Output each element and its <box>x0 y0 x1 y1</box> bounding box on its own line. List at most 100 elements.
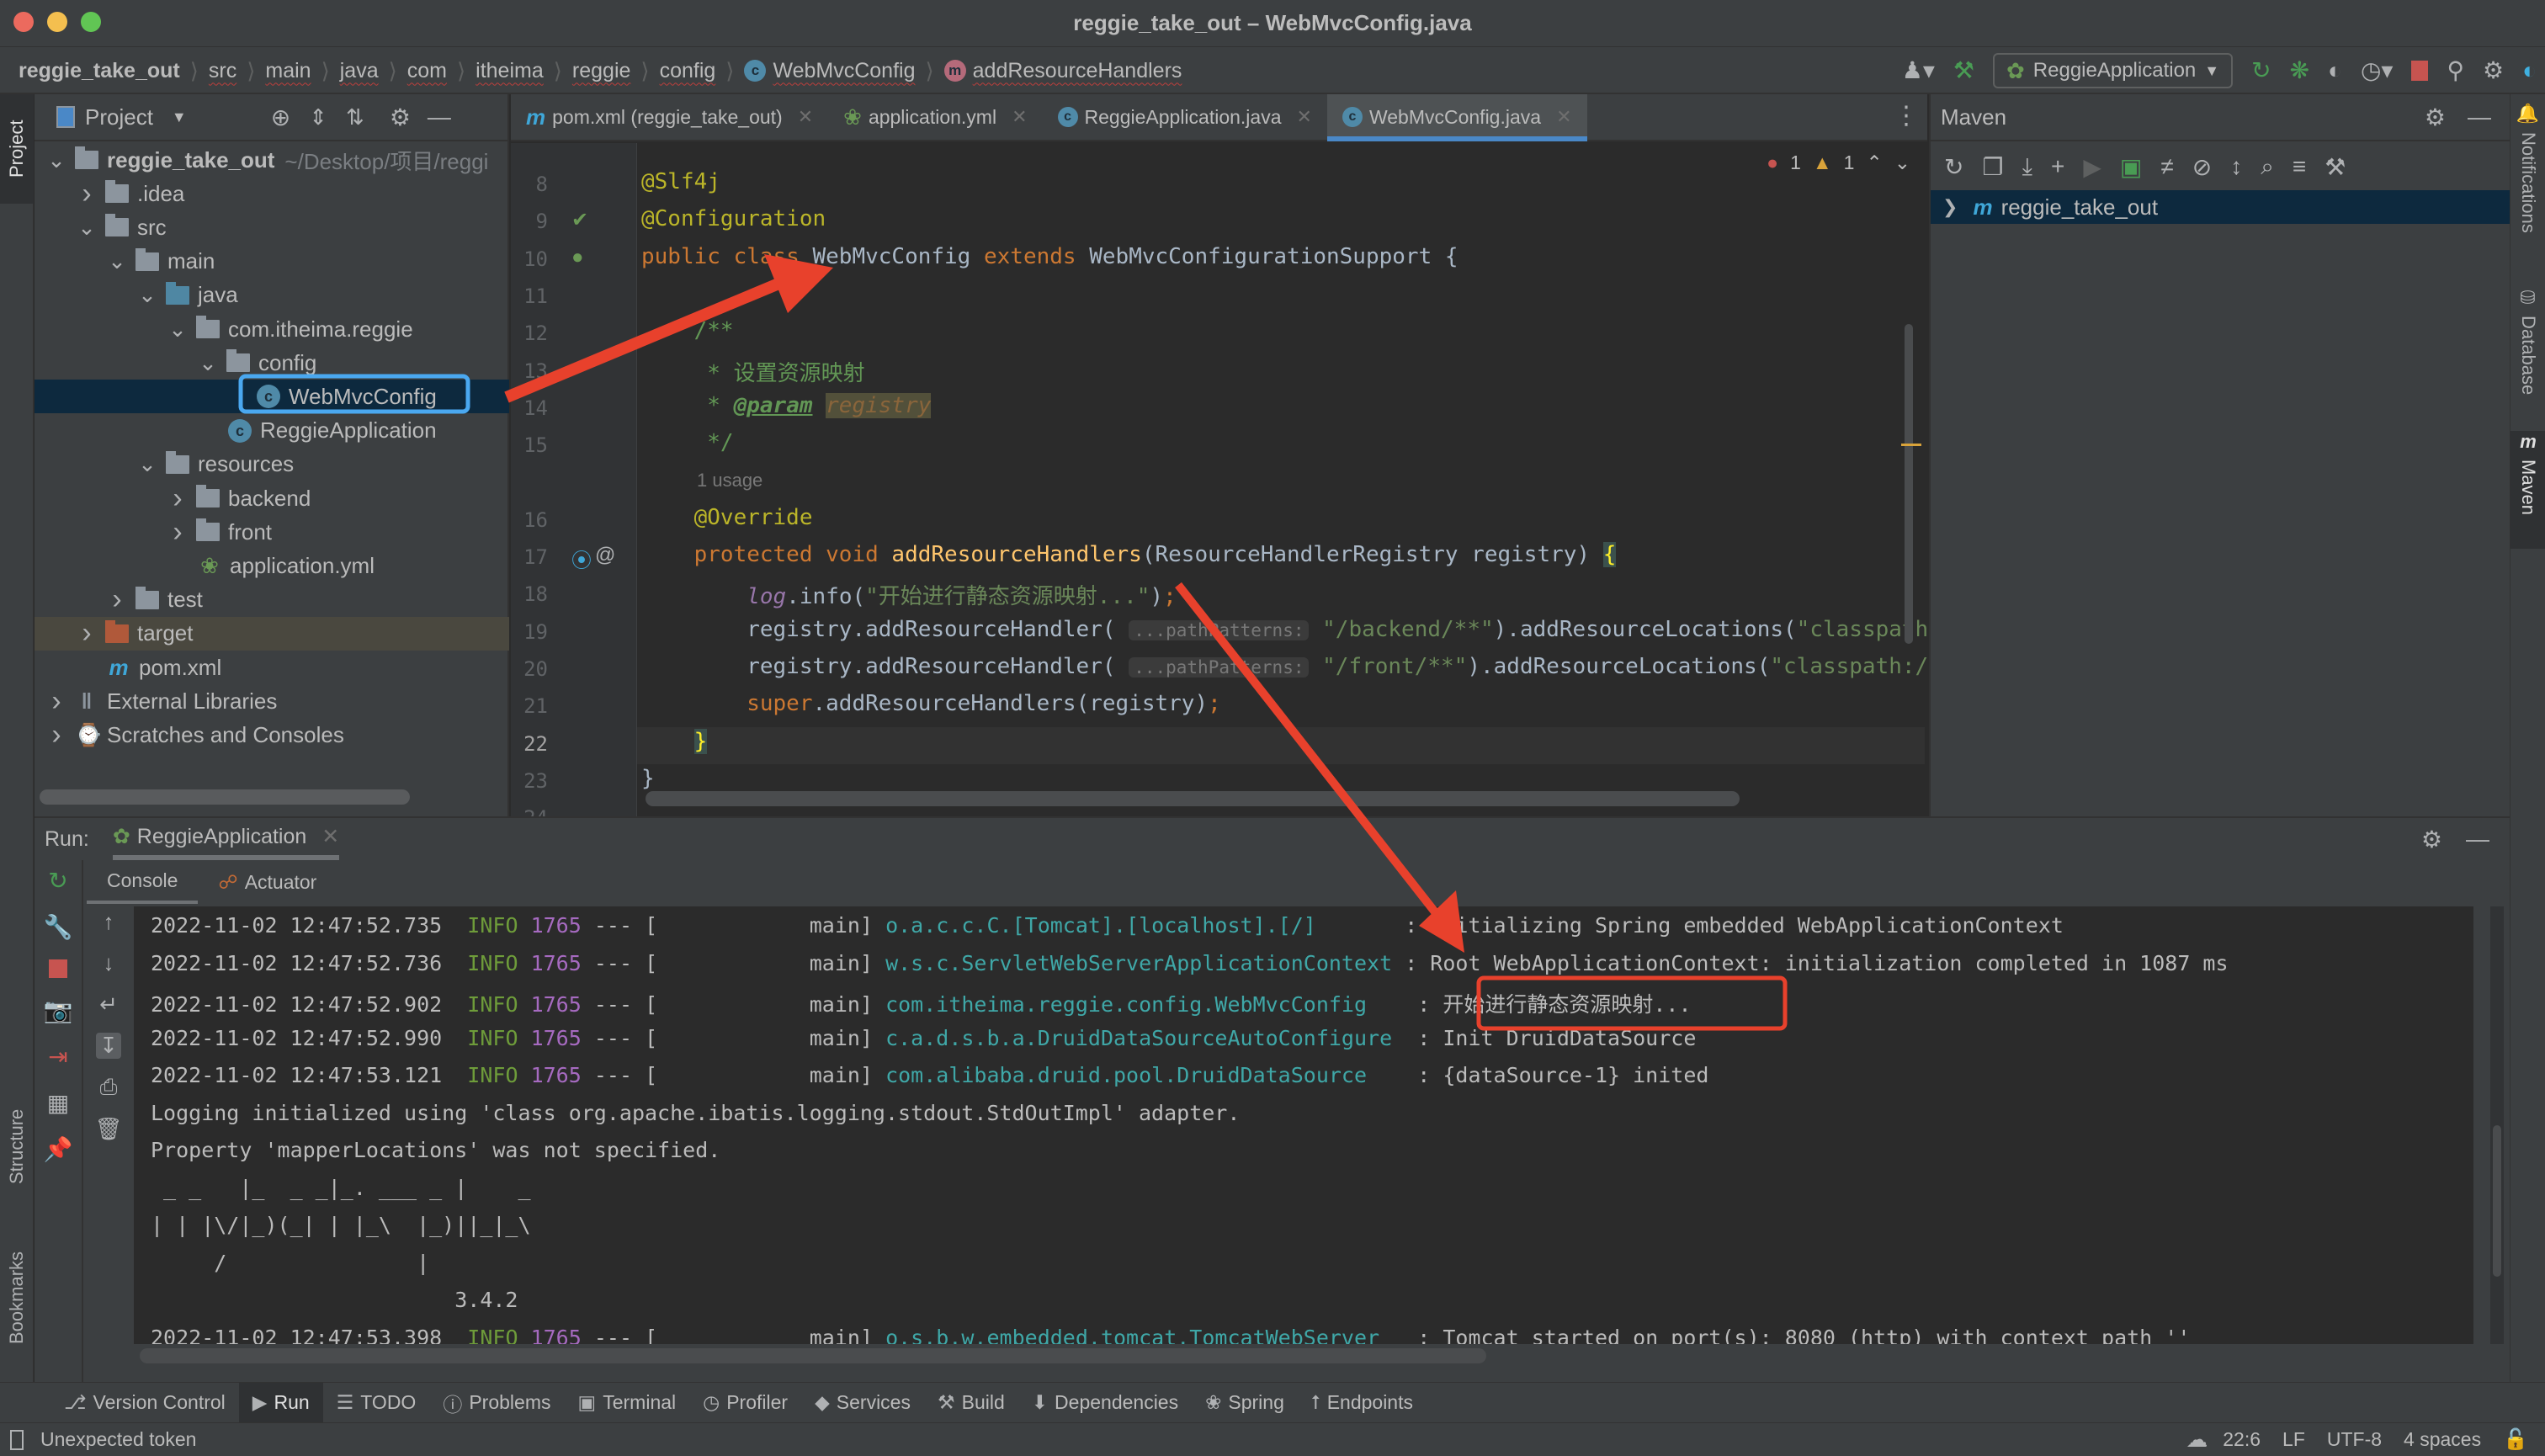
tree-item[interactable]: › ‖ External Libraries <box>35 684 509 718</box>
reload-icon[interactable]: ↻ <box>1944 153 1963 181</box>
tool-window-todo[interactable]: ☰ TODO <box>323 1383 430 1423</box>
tree-item[interactable]: › ⌚ Scratches and Consoles <box>35 718 509 752</box>
code-line[interactable]: } <box>641 728 708 754</box>
stripe-tab-project[interactable]: Project <box>0 94 34 204</box>
add-maven-project-icon[interactable]: ❐ <box>1982 153 2003 181</box>
run-config-tab[interactable]: ✿ ReggieApplication ✕ <box>112 818 340 860</box>
execute-goal-icon[interactable]: ▣ <box>2120 153 2142 181</box>
caret-position[interactable]: 22:6 <box>2223 1428 2261 1451</box>
clear-all-icon[interactable]: 🗑 <box>94 1116 122 1142</box>
pin-tab-icon[interactable]: 📌 <box>44 1135 73 1163</box>
tree-item[interactable]: › test <box>35 583 509 617</box>
code-area[interactable]: @Slf4j @Configuration public class WebMvcC… <box>511 143 1927 816</box>
inspection-widget[interactable]: ● 1 ▲ 1 ⌃ ⌄ <box>1767 151 1910 174</box>
code-line[interactable]: super.addResourceHandlers(registry); <box>641 691 1221 716</box>
stripe-tab-maven[interactable]: m Maven <box>2510 431 2545 549</box>
code-line[interactable]: log.info("开始进行静态资源映射..."); <box>641 579 1176 610</box>
editor-tab[interactable]: c WebMvcConfig.java ✕ <box>1326 94 1587 141</box>
line-separator[interactable]: LF <box>2282 1428 2305 1451</box>
tree-item[interactable]: m pom.xml <box>35 651 509 684</box>
collapse-icon[interactable]: ↕ <box>2230 153 2242 180</box>
chevron-right-icon[interactable]: › <box>167 516 188 549</box>
modify-run-config-icon[interactable]: 🔧 <box>44 913 73 941</box>
horizontal-scrollbar[interactable] <box>40 789 410 805</box>
horizontal-scrollbar[interactable] <box>646 791 1740 806</box>
scroll-to-end-icon[interactable]: ↧ <box>96 1033 121 1059</box>
previous-highlight-icon[interactable]: ⌃ <box>1866 151 1882 174</box>
code-line[interactable]: public class WebMvcConfig extends WebMvc… <box>641 244 1458 269</box>
layout-icon[interactable]: ▦ <box>47 1089 69 1117</box>
profile-icon[interactable]: ◷▾ <box>2361 59 2394 82</box>
tree-item[interactable]: c WebMvcConfig <box>35 380 509 414</box>
locate-file-icon[interactable]: ⊕ <box>271 104 290 131</box>
stripe-tab-bookmarks[interactable]: Bookmarks <box>0 1230 34 1365</box>
tool-window-build[interactable]: ⚒ Build <box>924 1383 1018 1423</box>
run-maven-icon[interactable]: ▶ <box>2083 153 2101 181</box>
tree-item[interactable]: ⌄ main <box>35 245 509 279</box>
scrollbar-thumb[interactable] <box>2493 1125 2501 1277</box>
debug-icon[interactable]: ❋ <box>2290 59 2309 82</box>
tree-item[interactable]: ⌄ reggie_take_out ~/Desktop/项目/reggi <box>35 143 509 177</box>
chevron-down-icon[interactable]: ⌄ <box>167 316 188 343</box>
search-icon[interactable]: ⚲ <box>2447 59 2464 82</box>
tool-window-services[interactable]: ◆ Services <box>801 1383 924 1423</box>
breadcrumb-item[interactable]: ⟩ java <box>311 47 379 94</box>
analyze-dependencies-icon[interactable]: ⌕ <box>2261 153 2274 181</box>
code-editor[interactable]: 89101112131415161718192021222324✔●⦿@ @Sl… <box>511 143 1927 816</box>
download-icon[interactable]: ⤓ <box>2022 153 2032 181</box>
tree-item[interactable]: c ReggieApplication <box>35 414 509 448</box>
run-configuration-select[interactable]: ✿ ReggieApplication ▼ <box>1993 53 2234 88</box>
close-tab-icon[interactable]: ✕ <box>1556 106 1571 128</box>
soft-wrap-icon[interactable]: ↵ <box>99 991 118 1018</box>
warning-marker[interactable] <box>1901 444 1921 446</box>
breadcrumb-item[interactable]: ⟩ main <box>236 47 311 94</box>
print-icon[interactable]: ⎙ <box>100 1074 118 1101</box>
settings-icon[interactable]: ⚙ <box>2421 826 2442 853</box>
breadcrumb-item[interactable]: ⟩ config <box>630 47 715 94</box>
code-line[interactable]: @Override <box>641 505 813 530</box>
breadcrumb-item[interactable]: ⟩ itheima <box>447 47 544 94</box>
settings-icon[interactable]: ⚙ <box>2483 59 2504 82</box>
toggle-offline-icon[interactable]: ≠ <box>2160 153 2173 180</box>
chevron-right-icon[interactable]: › <box>46 685 66 718</box>
console-vertical-scrollbar[interactable] <box>2490 906 2504 1344</box>
collapse-all-icon[interactable]: ⇅ <box>346 104 364 130</box>
tool-window-endpoints[interactable]: ⭡ Endpoints <box>1298 1383 1427 1423</box>
chevron-down-icon[interactable]: ⌄ <box>46 147 66 173</box>
project-view-select[interactable]: Project <box>85 104 153 130</box>
settings-icon[interactable]: ⚙ <box>390 104 411 131</box>
tree-item[interactable]: ⌄ src <box>35 210 509 244</box>
show-diagram-icon[interactable]: ≡ <box>2293 153 2306 180</box>
dump-threads-icon[interactable]: 📷 <box>44 996 73 1024</box>
close-tab-icon[interactable]: ✕ <box>1012 106 1027 128</box>
coverage-icon[interactable]: ◐ <box>2328 59 2342 82</box>
tool-window-problems[interactable]: ⓘ Problems <box>429 1383 564 1423</box>
chevron-down-icon[interactable]: ⌄ <box>198 350 218 376</box>
tree-item[interactable]: ❀ application.yml <box>35 549 509 582</box>
indent-setting[interactable]: 4 spaces <box>2404 1428 2481 1451</box>
vertical-scrollbar[interactable] <box>1905 324 1913 644</box>
tab-actuator[interactable]: ☍ Actuator <box>198 860 337 904</box>
scroll-up-icon[interactable]: ↑ <box>104 909 114 935</box>
code-line[interactable]: } <box>641 766 655 791</box>
code-line[interactable]: /** <box>641 318 734 343</box>
stop-icon[interactable] <box>49 959 67 978</box>
build-hammer-icon[interactable]: ⚒ <box>1953 59 1974 82</box>
tree-item[interactable]: ⌄ config <box>35 346 509 380</box>
maven-tree-item[interactable]: ❯ m reggie_take_out <box>1931 190 2511 224</box>
hide-panel-icon[interactable]: — <box>428 104 451 130</box>
plus-icon[interactable]: + <box>2051 153 2064 180</box>
chevron-down-icon[interactable]: ⌄ <box>107 248 127 274</box>
console-horizontal-scrollbar[interactable] <box>140 1348 1486 1363</box>
code-line[interactable]: protected void addResourceHandlers(Resou… <box>641 542 1617 567</box>
breadcrumb-item[interactable]: ⟩ com <box>379 47 447 94</box>
stop-icon[interactable] <box>2411 61 2429 81</box>
chevron-right-icon[interactable]: › <box>107 583 127 616</box>
editor-tab[interactable]: ❀ application.yml ✕ <box>828 94 1042 140</box>
code-line[interactable]: */ <box>641 430 733 455</box>
tree-item[interactable]: › front <box>35 515 509 549</box>
stripe-tab-structure[interactable]: Structure <box>0 1079 34 1214</box>
chevron-right-icon[interactable]: › <box>167 482 188 515</box>
code-line[interactable]: * @param registry <box>641 392 932 418</box>
more-tabs-icon[interactable]: ⋮ <box>1894 101 1919 130</box>
